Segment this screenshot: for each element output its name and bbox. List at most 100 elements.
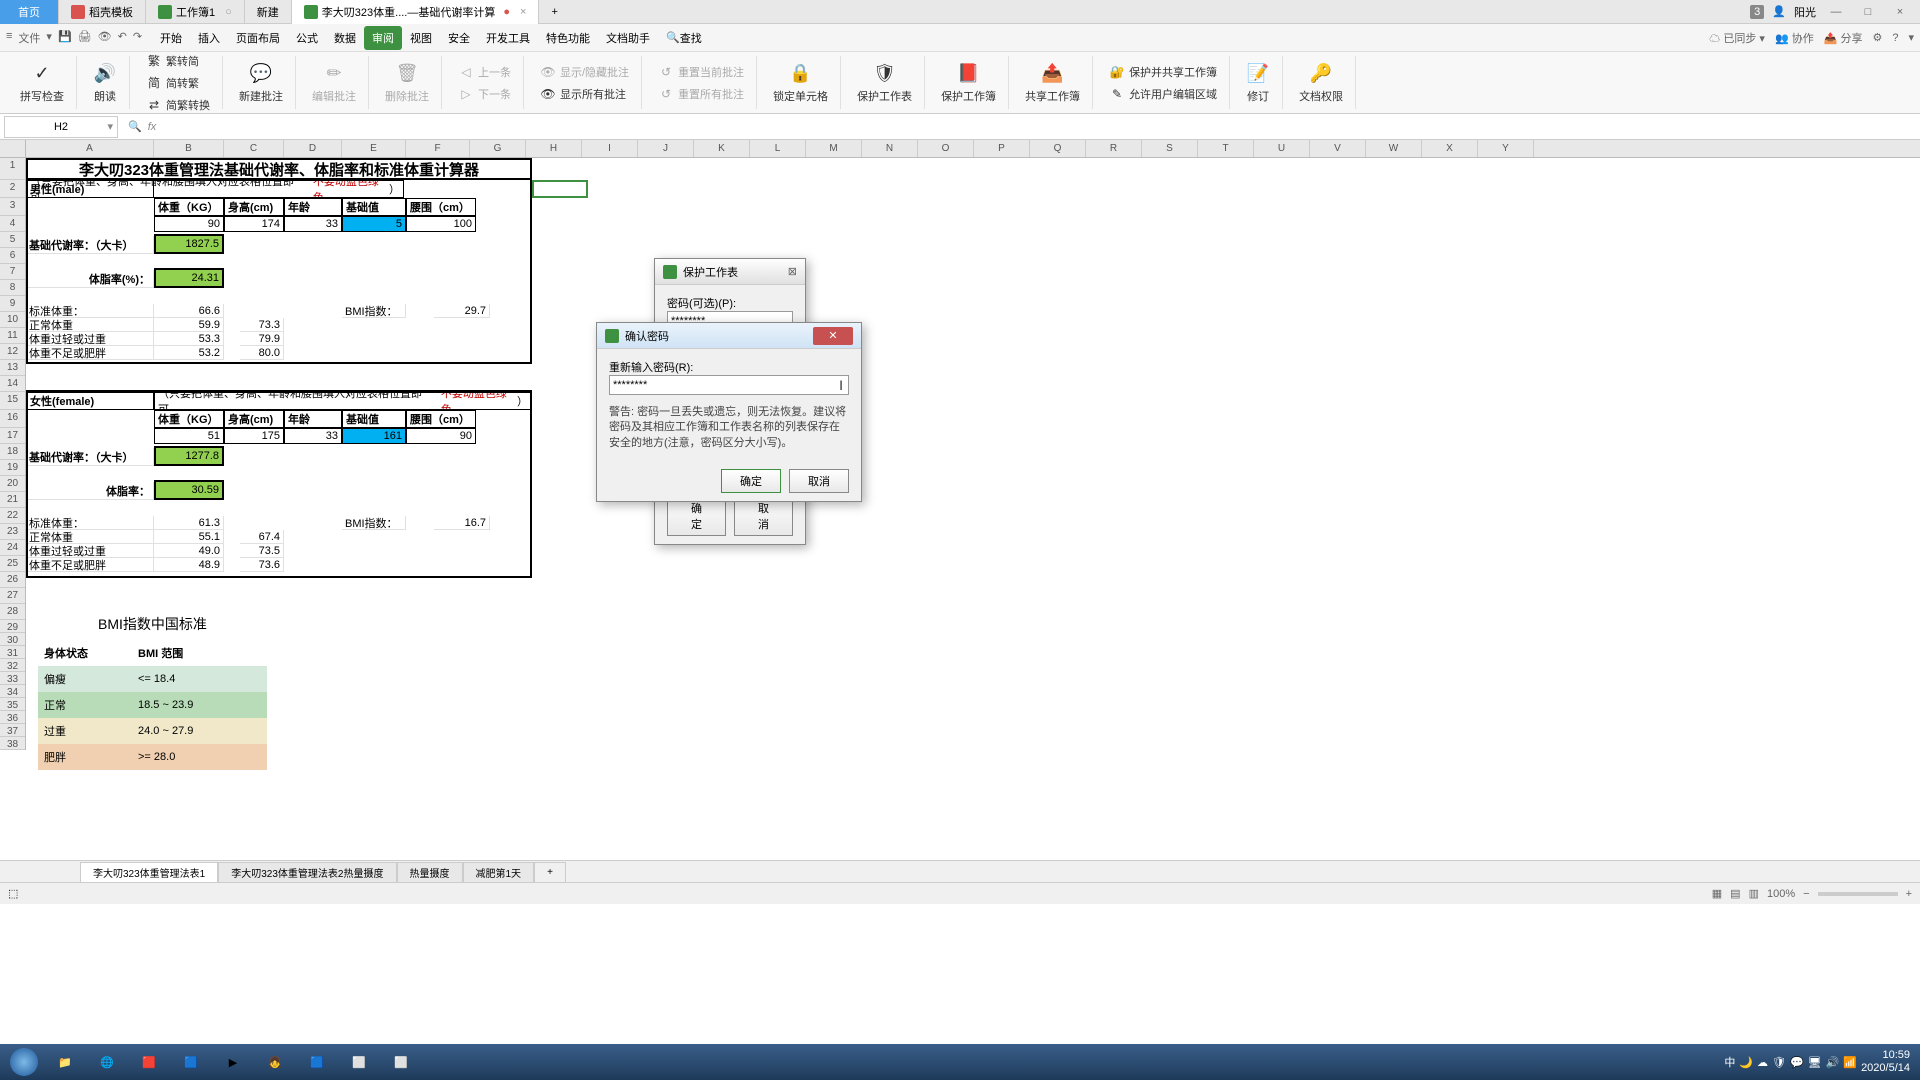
help-icon[interactable]: ? [1892, 32, 1898, 44]
zoom-level[interactable]: 100% [1767, 888, 1795, 900]
row-header-22[interactable]: 22 [0, 508, 25, 524]
confirm-password-input[interactable] [609, 375, 849, 395]
row-header-9[interactable]: 9 [0, 296, 25, 312]
row-header-33[interactable]: 33 [0, 672, 25, 685]
sheet-tab-1[interactable]: 李大叨323体重管理法表1 [80, 862, 218, 882]
row-header-24[interactable]: 24 [0, 540, 25, 556]
row-header-29[interactable]: 29 [0, 620, 25, 633]
user-avatar[interactable]: 👤 [1772, 5, 1786, 18]
row-header-32[interactable]: 32 [0, 659, 25, 672]
collapse-icon[interactable]: ▾ [1908, 31, 1914, 44]
col-header-V[interactable]: V [1310, 140, 1366, 157]
col-header-I[interactable]: I [582, 140, 638, 157]
undo-icon[interactable]: ↶ [118, 30, 127, 46]
start-button[interactable] [4, 1046, 44, 1078]
menu-layout[interactable]: 页面布局 [228, 26, 288, 50]
col-header-M[interactable]: M [806, 140, 862, 157]
col-header-L[interactable]: L [750, 140, 806, 157]
col-header-S[interactable]: S [1142, 140, 1198, 157]
row-header-30[interactable]: 30 [0, 633, 25, 646]
show-all-btn[interactable]: 👁显示所有批注 [536, 84, 630, 104]
male-height[interactable]: 174 [224, 216, 284, 232]
tab-add[interactable]: + [539, 0, 569, 24]
menu-review[interactable]: 审阅 [364, 26, 402, 50]
row-header-37[interactable]: 37 [0, 724, 25, 737]
tray-icon[interactable]: ☁ [1757, 1056, 1768, 1069]
row-header-25[interactable]: 25 [0, 556, 25, 572]
view-page-icon[interactable]: ▤ [1730, 887, 1740, 900]
tab-current[interactable]: 李大叨323体重....—基础代谢率计算●× [292, 0, 540, 24]
view-normal-icon[interactable]: ▦ [1712, 887, 1722, 900]
fx-icon[interactable]: 🔍 [128, 120, 142, 133]
col-header-C[interactable]: C [224, 140, 284, 157]
doc-perm-btn[interactable]: 🔑文档权限 [1295, 60, 1347, 106]
trad-simp-btn[interactable]: 繁繁转简 [142, 51, 203, 71]
row-header-38[interactable]: 38 [0, 737, 25, 750]
menu-icon[interactable]: ≡ [6, 30, 12, 46]
row-header-23[interactable]: 23 [0, 524, 25, 540]
tab-new[interactable]: 新建 [245, 0, 292, 24]
row-header-16[interactable]: 16 [0, 410, 25, 428]
spellcheck-btn[interactable]: ✓拼写检查 [16, 60, 68, 106]
sheet-tab-add[interactable]: + [534, 862, 566, 882]
close-icon[interactable]: × [520, 6, 526, 18]
menu-dochelper[interactable]: 文档助手 [598, 26, 658, 50]
col-header-K[interactable]: K [694, 140, 750, 157]
female-weight[interactable]: 51 [154, 428, 224, 444]
female-base[interactable]: 161 [342, 428, 406, 444]
close-icon[interactable]: ○ [225, 6, 232, 18]
menu-dev[interactable]: 开发工具 [478, 26, 538, 50]
col-header-N[interactable]: N [862, 140, 918, 157]
row-header-27[interactable]: 27 [0, 588, 25, 604]
tab-template[interactable]: 稻壳模板 [59, 0, 146, 24]
close-icon[interactable]: × [1888, 2, 1912, 22]
select-all-corner[interactable] [0, 140, 26, 157]
revision-btn[interactable]: 📝修订 [1242, 60, 1274, 106]
collab-btn[interactable]: 👥 协作 [1775, 30, 1814, 46]
tab-workbook1[interactable]: 工作簿1○ [146, 0, 245, 24]
new-comment-btn[interactable]: 💬新建批注 [235, 60, 287, 106]
col-header-D[interactable]: D [284, 140, 342, 157]
ps-icon[interactable]: 🟦 [171, 1046, 211, 1078]
redo-icon[interactable]: ↷ [133, 30, 142, 46]
media-icon[interactable]: ▶ [213, 1046, 253, 1078]
tray-icon[interactable]: 🛡 [1772, 1056, 1786, 1069]
sheet-tab-2[interactable]: 李大叨323体重管理法表2热量摄度 [218, 862, 396, 882]
ime-icon[interactable]: 中 [1724, 1054, 1735, 1070]
app3-icon[interactable]: ⬜ [381, 1046, 421, 1078]
col-header-Q[interactable]: Q [1030, 140, 1086, 157]
menu-view[interactable]: 视图 [402, 26, 440, 50]
zoom-in-icon[interactable]: + [1906, 888, 1912, 900]
col-header-O[interactable]: O [918, 140, 974, 157]
row-header-28[interactable]: 28 [0, 604, 25, 620]
browser-icon[interactable]: 🌐 [87, 1046, 127, 1078]
tray-icon[interactable]: 📶 [1843, 1056, 1857, 1069]
file-menu[interactable]: 文件 [18, 30, 40, 46]
row-header-31[interactable]: 31 [0, 646, 25, 659]
tray-icon[interactable]: 🖥 [1808, 1056, 1822, 1069]
menu-formula[interactable]: 公式 [288, 26, 326, 50]
col-header-P[interactable]: P [974, 140, 1030, 157]
allow-edit-btn[interactable]: ✎允许用户编辑区域 [1105, 84, 1221, 104]
female-age[interactable]: 33 [284, 428, 342, 444]
grid[interactable]: ABCDEFGHIJKLMNOPQRSTUVWXY 12345678910111… [0, 140, 1920, 860]
sheet-tab-3[interactable]: 热量摄度 [397, 862, 463, 882]
menu-start[interactable]: 开始 [152, 26, 190, 50]
col-header-R[interactable]: R [1086, 140, 1142, 157]
tray-icon[interactable]: 🔊 [1826, 1056, 1840, 1069]
sheet-tab-4[interactable]: 减肥第1天 [463, 862, 535, 882]
share-btn[interactable]: 📤 分享 [1824, 30, 1863, 46]
row-header-15[interactable]: 15 [0, 392, 25, 410]
row-header-8[interactable]: 8 [0, 280, 25, 296]
row-header-13[interactable]: 13 [0, 360, 25, 376]
row-header-34[interactable]: 34 [0, 685, 25, 698]
row-header-20[interactable]: 20 [0, 476, 25, 492]
row-header-3[interactable]: 3 [0, 198, 25, 216]
cancel-button[interactable]: 取消 [789, 469, 849, 493]
col-header-U[interactable]: U [1254, 140, 1310, 157]
row-header-26[interactable]: 26 [0, 572, 25, 588]
minimize-icon[interactable]: — [1824, 2, 1848, 22]
tray-icon[interactable]: 🌙 [1739, 1056, 1753, 1069]
row-header-12[interactable]: 12 [0, 344, 25, 360]
row-header-36[interactable]: 36 [0, 711, 25, 724]
